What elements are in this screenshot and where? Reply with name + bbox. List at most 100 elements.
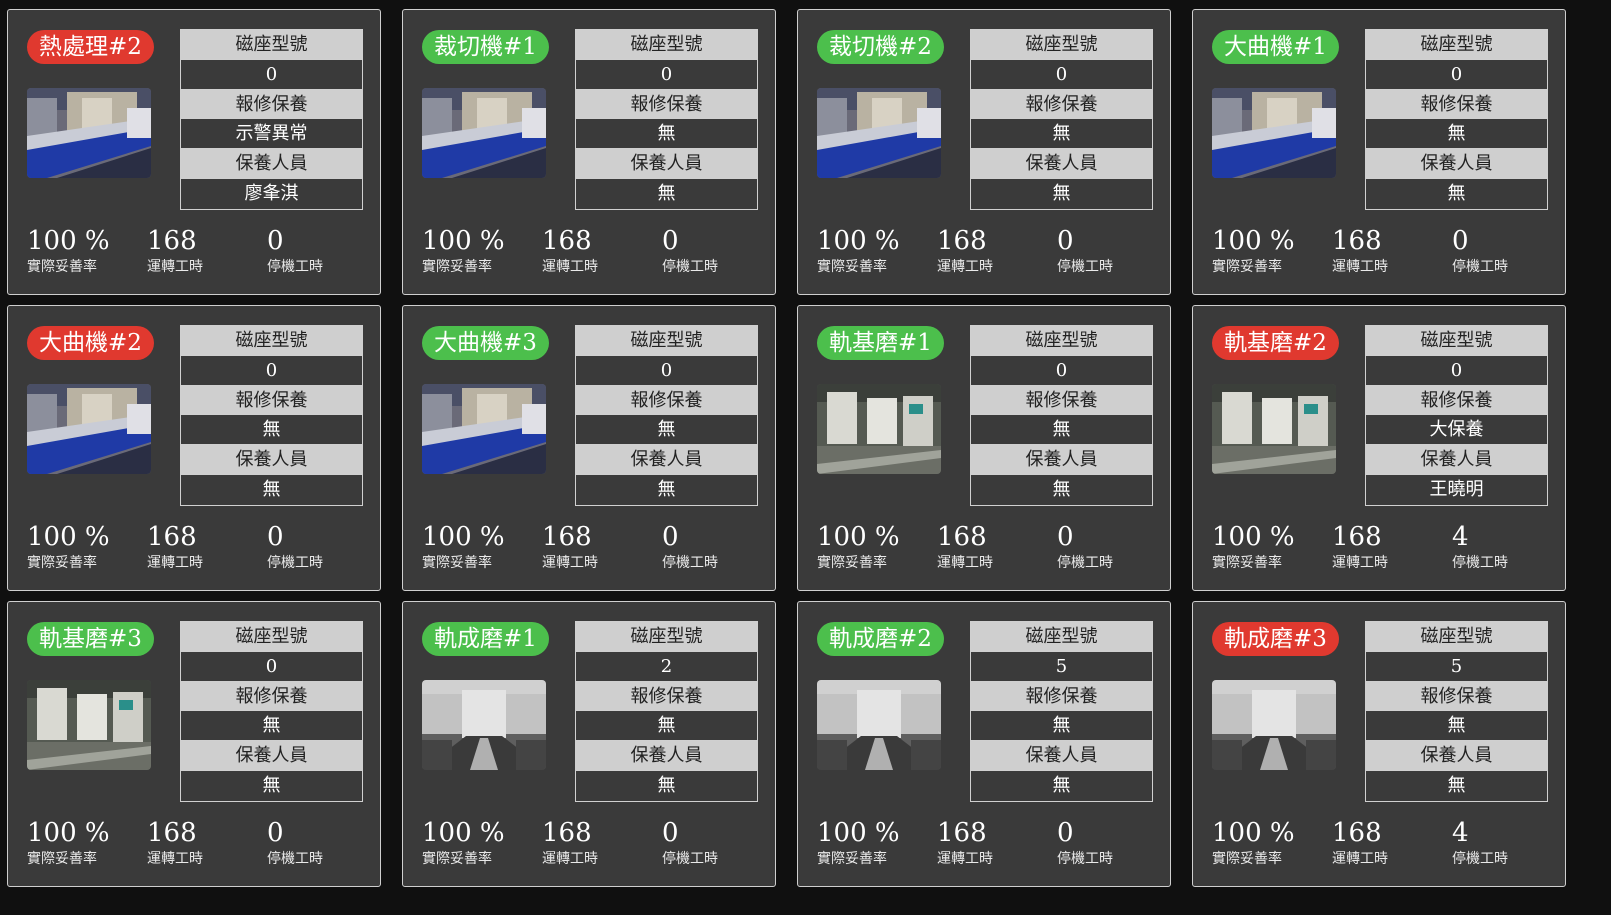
run-hours-value: 168 xyxy=(937,226,987,256)
down-hours-value: 0 xyxy=(1452,226,1469,256)
machine-stats: 100 % 實際妥善率 168 運轉工時 0 停機工時 xyxy=(27,818,367,874)
repair-label: 報修保養 xyxy=(1366,385,1547,416)
model-value: 0 xyxy=(181,355,362,386)
machine-name-badge[interactable]: 裁切機#1 xyxy=(422,30,549,64)
down-hours-caption: 停機工時 xyxy=(267,851,323,867)
machine-card[interactable]: 軌成磨#2 磁座型號 5 報修保養 無 保養人員 無 100 % 實際妥善率 1… xyxy=(797,601,1171,887)
machine-photo xyxy=(817,384,941,474)
repair-label: 報修保養 xyxy=(181,385,362,416)
machine-name-badge[interactable]: 裁切機#2 xyxy=(817,30,944,64)
machine-name-badge[interactable]: 軌基磨#2 xyxy=(1212,326,1339,360)
staff-value: 無 xyxy=(1366,770,1547,801)
repair-value: 無 xyxy=(576,415,757,446)
run-hours-stat: 168 運轉工時 xyxy=(147,818,203,868)
machine-name-badge[interactable]: 大曲機#2 xyxy=(27,326,154,360)
model-value: 0 xyxy=(1366,355,1547,386)
run-hours-value: 168 xyxy=(542,818,592,848)
machine-card[interactable]: 大曲機#3 磁座型號 0 報修保養 無 保養人員 無 100 % 實際妥善率 1… xyxy=(402,305,776,591)
staff-value: 無 xyxy=(576,178,757,209)
machine-photo xyxy=(817,88,941,178)
availability-caption: 實際妥善率 xyxy=(27,555,97,571)
down-hours-stat: 0 停機工時 xyxy=(267,818,323,868)
availability-value: 100 % xyxy=(422,522,505,552)
repair-value: 無 xyxy=(1366,711,1547,742)
run-hours-caption: 運轉工時 xyxy=(1332,555,1388,571)
run-hours-stat: 168 運轉工時 xyxy=(542,522,598,572)
availability-value: 100 % xyxy=(27,818,110,848)
machine-name-badge[interactable]: 大曲機#1 xyxy=(1212,30,1339,64)
staff-label: 保養人員 xyxy=(1366,741,1547,771)
machine-card[interactable]: 大曲機#2 磁座型號 0 報修保養 無 保養人員 無 100 % 實際妥善率 1… xyxy=(7,305,381,591)
availability-stat: 100 % 實際妥善率 xyxy=(27,522,110,572)
machine-name-badge[interactable]: 軌成磨#2 xyxy=(817,622,944,656)
down-hours-stat: 0 停機工時 xyxy=(1057,226,1113,276)
run-hours-value: 168 xyxy=(1332,818,1382,848)
machine-name-badge[interactable]: 大曲機#3 xyxy=(422,326,549,360)
machine-photo xyxy=(1212,384,1336,474)
run-hours-caption: 運轉工時 xyxy=(937,555,993,571)
model-value: 0 xyxy=(576,59,757,90)
machine-name-badge[interactable]: 軌成磨#1 xyxy=(422,622,549,656)
staff-label: 保養人員 xyxy=(971,445,1152,475)
staff-label: 保養人員 xyxy=(576,149,757,179)
model-label: 磁座型號 xyxy=(1366,622,1547,652)
run-hours-caption: 運轉工時 xyxy=(1332,851,1388,867)
machine-card[interactable]: 熱處理#2 磁座型號 0 報修保養 示警異常 保養人員 廖夆淇 100 % 實際… xyxy=(7,9,381,295)
repair-value: 無 xyxy=(576,711,757,742)
staff-value: 無 xyxy=(576,474,757,505)
run-hours-value: 168 xyxy=(1332,226,1382,256)
model-value: 0 xyxy=(1366,59,1547,90)
model-value: 0 xyxy=(576,355,757,386)
model-label: 磁座型號 xyxy=(576,326,757,356)
run-hours-caption: 運轉工時 xyxy=(147,259,203,275)
model-value: 0 xyxy=(971,355,1152,386)
down-hours-value: 0 xyxy=(662,522,679,552)
machine-info-table: 磁座型號 0 報修保養 無 保養人員 無 xyxy=(180,621,363,802)
machine-photo-line xyxy=(422,88,546,178)
model-value: 2 xyxy=(576,651,757,682)
machine-card[interactable]: 裁切機#2 磁座型號 0 報修保養 無 保養人員 無 100 % 實際妥善率 1… xyxy=(797,9,1171,295)
machine-name-badge[interactable]: 熱處理#2 xyxy=(27,30,154,64)
model-label: 磁座型號 xyxy=(576,30,757,60)
availability-value: 100 % xyxy=(1212,226,1295,256)
repair-label: 報修保養 xyxy=(1366,681,1547,712)
machine-photo xyxy=(1212,680,1336,770)
down-hours-stat: 4 停機工時 xyxy=(1452,522,1508,572)
availability-value: 100 % xyxy=(27,522,110,552)
availability-stat: 100 % 實際妥善率 xyxy=(422,818,505,868)
availability-caption: 實際妥善率 xyxy=(1212,555,1282,571)
repair-value: 無 xyxy=(971,119,1152,150)
machine-card[interactable]: 軌基磨#2 磁座型號 0 報修保養 大保養 保養人員 王曉明 100 % 實際妥… xyxy=(1192,305,1566,591)
availability-caption: 實際妥善率 xyxy=(27,259,97,275)
repair-label: 報修保養 xyxy=(576,681,757,712)
machine-photo xyxy=(422,88,546,178)
machine-card[interactable]: 裁切機#1 磁座型號 0 報修保養 無 保養人員 無 100 % 實際妥善率 1… xyxy=(402,9,776,295)
machine-card[interactable]: 軌成磨#1 磁座型號 2 報修保養 無 保養人員 無 100 % 實際妥善率 1… xyxy=(402,601,776,887)
machine-name-badge[interactable]: 軌成磨#3 xyxy=(1212,622,1339,656)
machine-card[interactable]: 軌基磨#3 磁座型號 0 報修保養 無 保養人員 無 100 % 實際妥善率 1… xyxy=(7,601,381,887)
availability-stat: 100 % 實際妥善率 xyxy=(422,522,505,572)
machine-photo xyxy=(422,384,546,474)
machine-name-badge[interactable]: 軌基磨#3 xyxy=(27,622,154,656)
availability-value: 100 % xyxy=(422,818,505,848)
machine-info-table: 磁座型號 0 報修保養 無 保養人員 無 xyxy=(575,29,758,210)
machine-info-table: 磁座型號 0 報修保養 示警異常 保養人員 廖夆淇 xyxy=(180,29,363,210)
down-hours-value: 4 xyxy=(1452,818,1469,848)
machine-photo xyxy=(817,680,941,770)
machine-photo xyxy=(27,680,151,770)
down-hours-value: 0 xyxy=(1057,522,1074,552)
repair-label: 報修保養 xyxy=(576,385,757,416)
staff-value: 王曉明 xyxy=(1366,474,1547,505)
down-hours-stat: 0 停機工時 xyxy=(1057,522,1113,572)
down-hours-value: 0 xyxy=(267,522,284,552)
machine-card[interactable]: 大曲機#1 磁座型號 0 報修保養 無 保養人員 無 100 % 實際妥善率 1… xyxy=(1192,9,1566,295)
machine-card[interactable]: 軌基磨#1 磁座型號 0 報修保養 無 保養人員 無 100 % 實際妥善率 1… xyxy=(797,305,1171,591)
machine-card[interactable]: 軌成磨#3 磁座型號 5 報修保養 無 保養人員 無 100 % 實際妥善率 1… xyxy=(1192,601,1566,887)
machine-stats: 100 % 實際妥善率 168 運轉工時 0 停機工時 xyxy=(422,818,762,874)
availability-value: 100 % xyxy=(27,226,110,256)
availability-stat: 100 % 實際妥善率 xyxy=(1212,818,1295,868)
repair-value: 無 xyxy=(181,415,362,446)
staff-value: 無 xyxy=(971,178,1152,209)
availability-value: 100 % xyxy=(817,226,900,256)
machine-name-badge[interactable]: 軌基磨#1 xyxy=(817,326,944,360)
